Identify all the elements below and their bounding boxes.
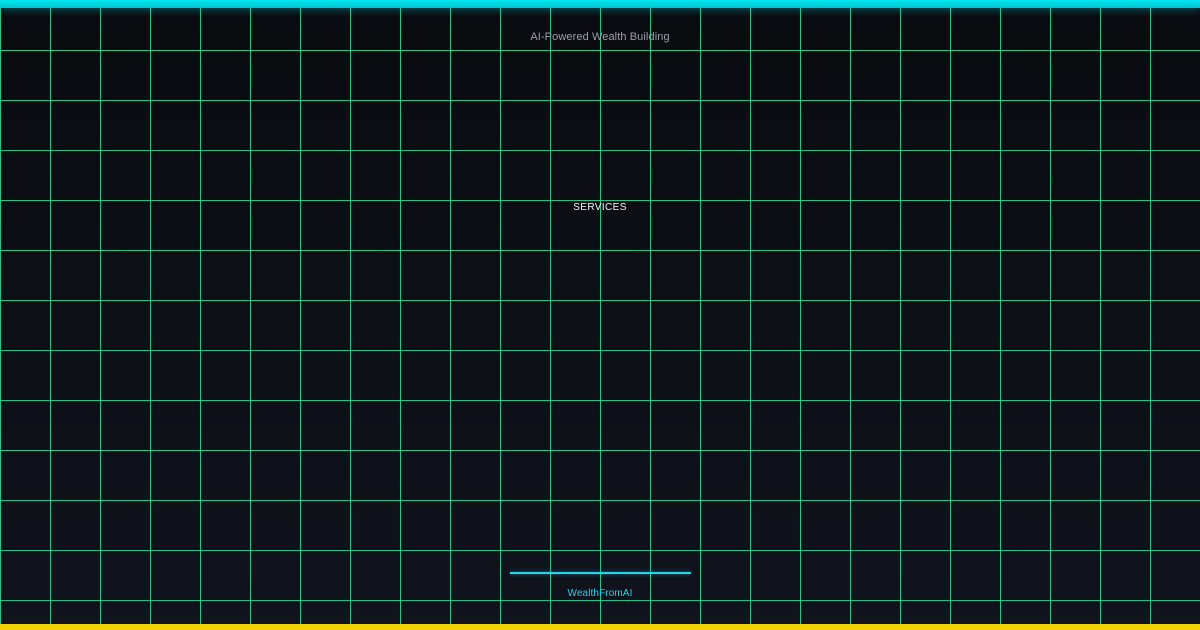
bottom-accent-bar [0,624,1200,630]
tagline: AI-Powered Wealth Building [530,31,670,43]
background-grid [0,0,1200,630]
brand-name: WealthFromAI [567,588,633,599]
brand-underline [510,572,691,574]
top-accent-bar [0,0,1200,8]
og-card: AI-Powered Wealth Building SERVICES Weal… [0,0,1200,630]
services-heading: SERVICES [573,202,627,213]
